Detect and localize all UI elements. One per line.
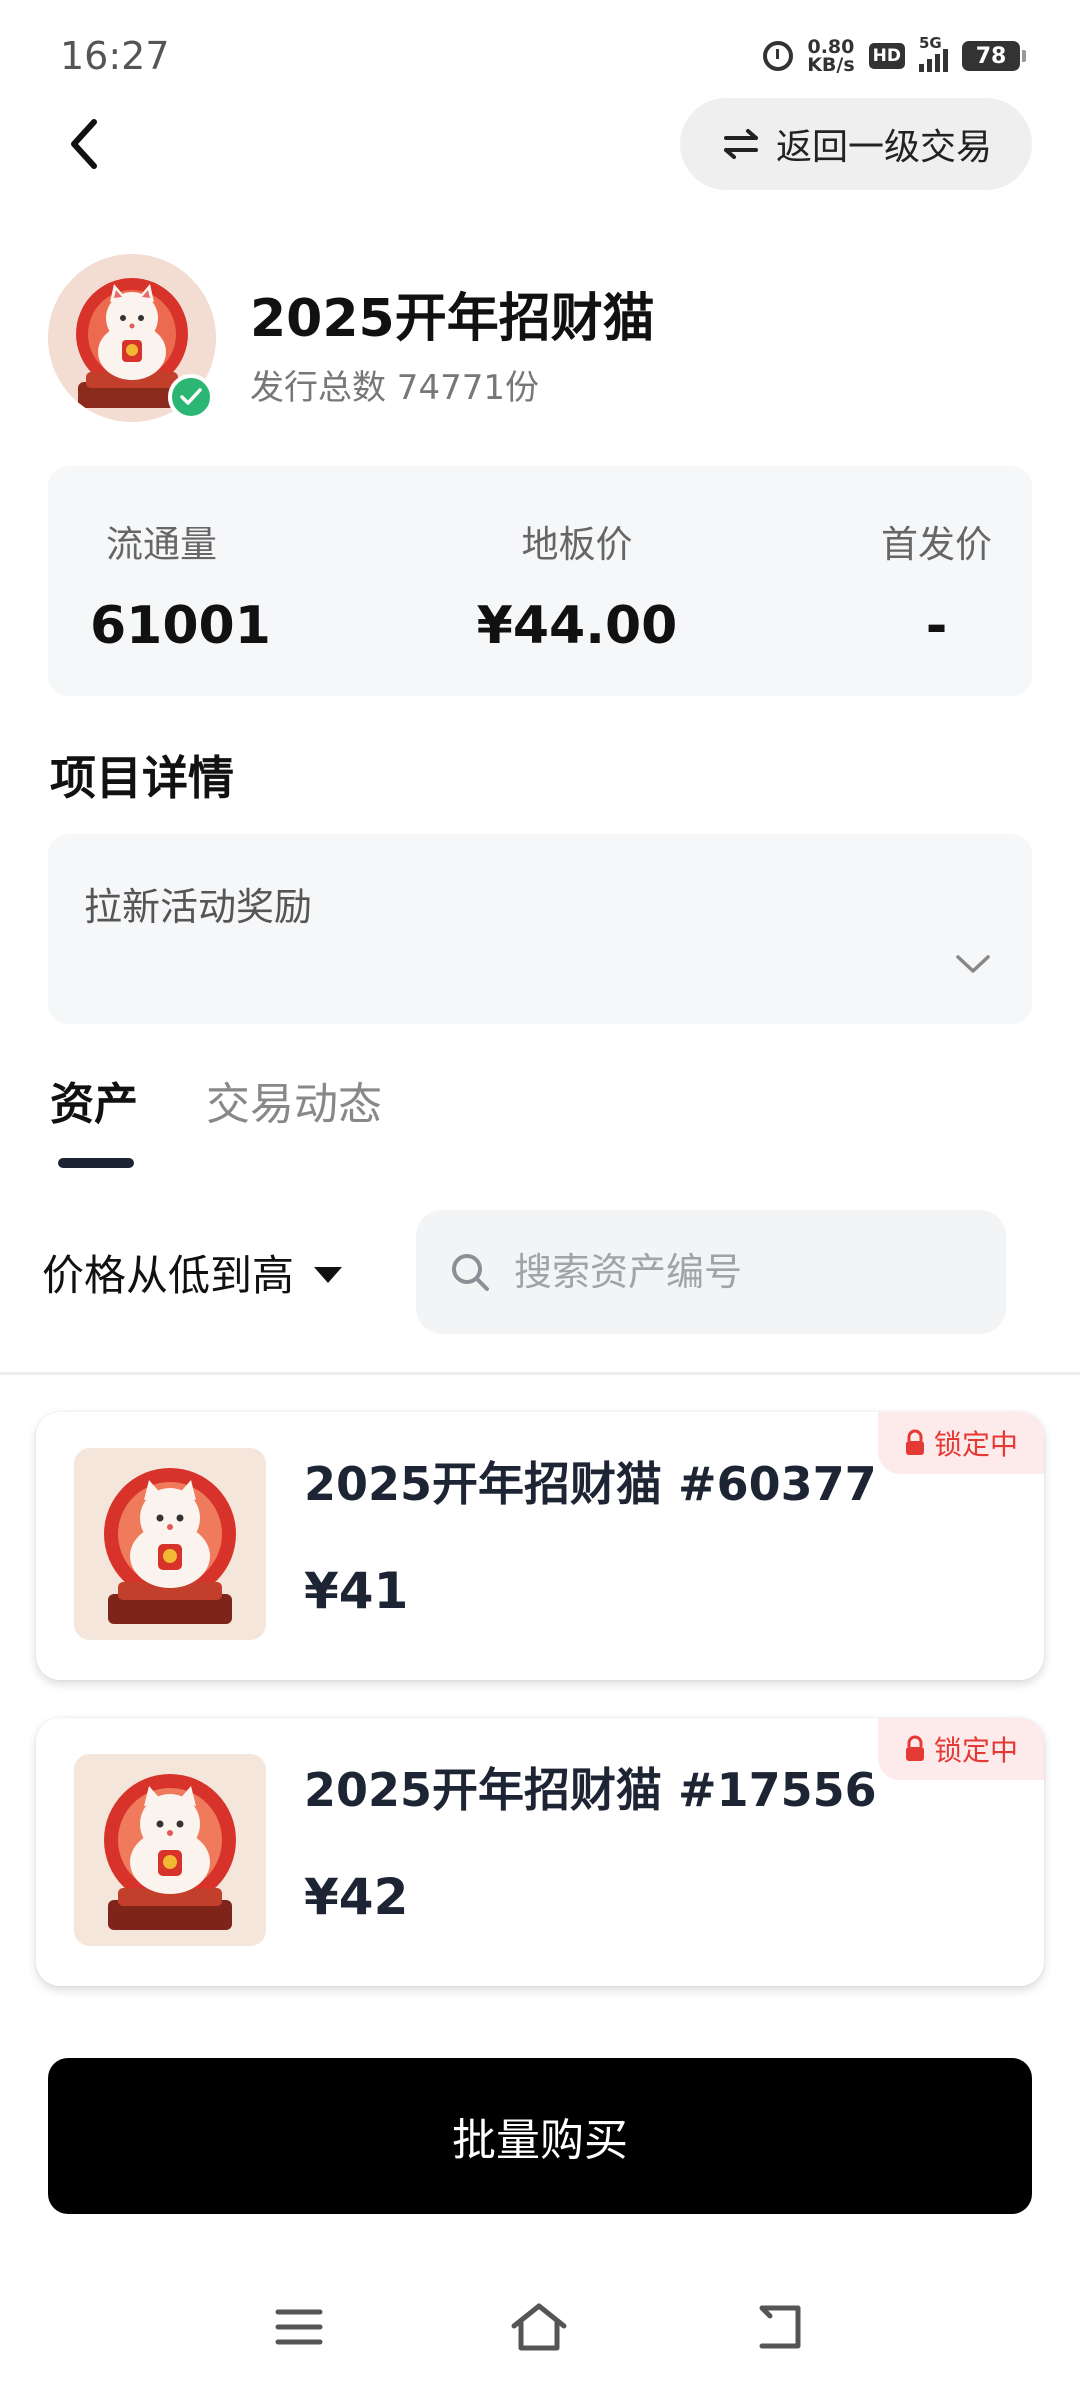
search-input[interactable] (514, 1250, 994, 1294)
stat-value: ¥44.00 (476, 596, 678, 656)
back-button[interactable] (60, 112, 110, 176)
back-icon (759, 2305, 801, 2349)
status-label: 锁定中 (933, 1734, 1018, 1767)
status-badge: 锁定中 (878, 1412, 1044, 1474)
return-primary-trade-button[interactable]: 返回一级交易 (680, 98, 1032, 190)
network-speed-unit: KB/s (807, 54, 855, 76)
hd-icon: HD (868, 43, 905, 69)
status-badge: 锁定中 (878, 1718, 1044, 1780)
asset-card[interactable]: 2025开年招财猫 #17556 ¥42 锁定中 (36, 1718, 1044, 1986)
chevron-down-icon[interactable] (954, 952, 992, 976)
lucky-cat-image (74, 1754, 266, 1946)
verified-badge (168, 374, 214, 420)
stat-floor-price: 地板价 ¥44.00 (463, 514, 691, 656)
check-icon (180, 388, 202, 405)
divider (0, 1372, 1080, 1375)
tab-indicator (58, 1158, 134, 1168)
asset-price: ¥42 (304, 1868, 409, 1926)
lucky-cat-image (74, 1448, 266, 1640)
status-icons: 0.80 KB/s HD 5G 78 (763, 34, 1026, 76)
project-section-title: 项目详情 (50, 751, 234, 805)
stat-label: 地板价 (521, 523, 633, 566)
status-label: 锁定中 (933, 1428, 1018, 1461)
stat-value: - (925, 596, 948, 656)
tab-assets[interactable]: 资产 (50, 1068, 138, 1132)
chevron-left-icon (71, 119, 97, 169)
project-detail-card[interactable]: 拉新活动奖励 (48, 834, 1032, 1024)
stat-label: 首发价 (881, 523, 992, 566)
nav-back-button[interactable] (744, 2292, 814, 2362)
lock-icon (905, 1429, 924, 1455)
asset-thumbnail (74, 1448, 266, 1640)
search-icon (452, 1254, 489, 1291)
sort-dropdown[interactable]: 价格从低到高 (42, 1242, 343, 1303)
collection-subtitle: 发行总数 74771份 (250, 368, 539, 408)
battery-icon: 78 (962, 41, 1026, 71)
home-icon (511, 2303, 567, 2351)
switch-label: 返回一级交易 (775, 127, 992, 168)
lock-icon (905, 1735, 924, 1761)
alarm-icon (763, 41, 794, 71)
asset-card[interactable]: 2025开年招财猫 #60377 ¥41 锁定中 (36, 1412, 1044, 1680)
asset-name: 2025开年招财猫 #17556 (304, 1763, 877, 1817)
menu-icon (275, 2309, 323, 2345)
swap-arrows-icon (723, 129, 758, 159)
network-speed: 0.80 KB/s (807, 38, 855, 76)
nav-home-button[interactable] (504, 2292, 574, 2362)
signal-icon: 5G (919, 34, 948, 72)
status-bar: 16:27 0.80 KB/s HD 5G 78 (0, 0, 1080, 110)
status-time: 16:27 (60, 34, 170, 78)
asset-thumbnail (74, 1754, 266, 1946)
stat-label: 流通量 (106, 523, 217, 566)
asset-price: ¥41 (304, 1562, 409, 1620)
stat-value: 61001 (90, 596, 271, 656)
bulk-buy-button[interactable]: 批量购买 (48, 2058, 1032, 2214)
caret-down-icon (314, 1266, 343, 1283)
stat-launch-price: 首发价 - (881, 514, 992, 656)
stats-card: 流通量 61001 地板价 ¥44.00 首发价 - (48, 466, 1032, 696)
tab-trade-activity[interactable]: 交易动态 (206, 1068, 382, 1132)
nav-menu-button[interactable] (264, 2292, 334, 2362)
collection-avatar (48, 254, 216, 422)
system-navbar (0, 2270, 1080, 2388)
search-box[interactable] (416, 1210, 1006, 1334)
screen: 16:27 0.80 KB/s HD 5G 78 返回一级交易 2025开年招财… (0, 0, 1080, 2388)
project-description: 拉新活动奖励 (84, 885, 313, 929)
asset-name: 2025开年招财猫 #60377 (304, 1457, 877, 1511)
collection-title: 2025开年招财猫 (250, 289, 655, 349)
sort-label: 价格从低到高 (42, 1251, 295, 1300)
stat-circulation: 流通量 61001 (90, 514, 271, 656)
signal-label: 5G (919, 34, 942, 52)
